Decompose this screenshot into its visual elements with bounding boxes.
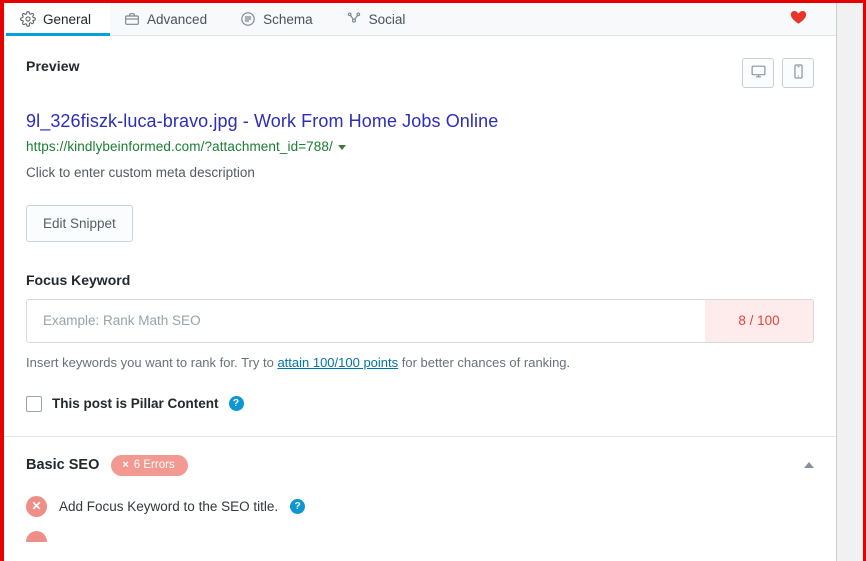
favorite-heart-button[interactable] [789, 3, 836, 35]
page-right-gutter [836, 3, 863, 561]
seo-check-item-partial [4, 517, 836, 542]
tab-advanced[interactable]: Advanced [110, 3, 226, 35]
desktop-monitor-icon [750, 63, 767, 83]
pillar-content-row: This post is Pillar Content ? [26, 395, 814, 412]
gear-icon [20, 11, 36, 27]
serp-snippet-preview: 9l_326fiszk-luca-bravo.jpg - Work From H… [26, 110, 814, 180]
list-circle-icon [240, 11, 256, 27]
error-count-label: 6 Errors [133, 458, 175, 471]
pillar-help-icon[interactable]: ? [228, 396, 244, 411]
focus-keyword-label: Focus Keyword [26, 271, 131, 288]
tab-schema-label: Schema [263, 11, 313, 27]
snippet-title[interactable]: 9l_326fiszk-luca-bravo.jpg - Work From H… [26, 110, 814, 133]
error-x-circle-icon-partial [26, 530, 47, 542]
preview-heading: Preview [26, 58, 80, 74]
tab-social-label: Social [368, 11, 406, 27]
focus-keyword-help-text: Insert keywords you want to rank for. Tr… [26, 355, 814, 370]
basic-seo-error-badge[interactable]: × 6 Errors [111, 454, 188, 476]
attain-points-link[interactable]: attain 100/100 points [277, 355, 398, 370]
panel-body: Preview 9l_326fiszk-luca-bravo.jpg - Wor… [4, 36, 836, 561]
basic-seo-section: Basic SEO × 6 Errors ✕ Add Focus Keyword… [4, 437, 836, 542]
error-x-circle-icon: ✕ [26, 495, 47, 517]
snippet-url-row: https://kindlybeinformed.com/?attachment… [26, 139, 814, 154]
preview-header-row: Preview [26, 36, 814, 88]
heart-icon [789, 8, 808, 31]
snippet-url[interactable]: https://kindlybeinformed.com/?attachment… [26, 139, 333, 154]
tab-social[interactable]: Social [332, 3, 425, 35]
preview-section: Preview 9l_326fiszk-luca-bravo.jpg - Wor… [4, 36, 836, 412]
desktop-preview-button[interactable] [742, 58, 774, 88]
mobile-preview-button[interactable] [782, 58, 814, 88]
tab-advanced-label: Advanced [147, 11, 208, 27]
focus-keyword-input[interactable] [27, 299, 705, 342]
edit-snippet-button[interactable]: Edit Snippet [26, 204, 133, 242]
pillar-content-checkbox[interactable] [26, 395, 42, 412]
chevron-down-icon[interactable] [337, 144, 346, 150]
tab-bar: General Advanced Schema Social [4, 3, 836, 36]
seo-check-item: ✕ Add Focus Keyword to the SEO title. ? [4, 476, 836, 517]
device-toggle-group [742, 58, 814, 88]
basic-seo-header: Basic SEO × 6 Errors [4, 437, 836, 476]
seo-score-badge: 8 / 100 [705, 299, 813, 342]
tab-general-label: General [43, 11, 92, 27]
screenshot-frame: General Advanced Schema Social Preview 9… [0, 0, 866, 561]
rank-math-metabox-panel: General Advanced Schema Social Preview 9… [4, 3, 836, 561]
close-x-icon: × [122, 458, 129, 471]
help-text-after: for better chances of ranking. [398, 354, 571, 370]
mobile-phone-icon [790, 63, 807, 83]
tab-general[interactable]: General [6, 3, 111, 36]
briefcase-icon [124, 11, 140, 27]
focus-keyword-row: 8 / 100 [26, 298, 814, 343]
basic-seo-title: Basic SEO [26, 457, 100, 473]
chevron-up-icon[interactable] [804, 462, 814, 468]
tab-schema[interactable]: Schema [226, 3, 332, 35]
pillar-content-label[interactable]: This post is Pillar Content [52, 396, 219, 411]
seo-check-text: Add Focus Keyword to the SEO title. [59, 498, 279, 514]
help-text-before: Insert keywords you want to rank for. Tr… [26, 354, 278, 370]
snippet-description[interactable]: Click to enter custom meta description [26, 165, 814, 180]
seo-check-help-icon[interactable]: ? [290, 498, 306, 514]
share-icon [346, 11, 362, 27]
